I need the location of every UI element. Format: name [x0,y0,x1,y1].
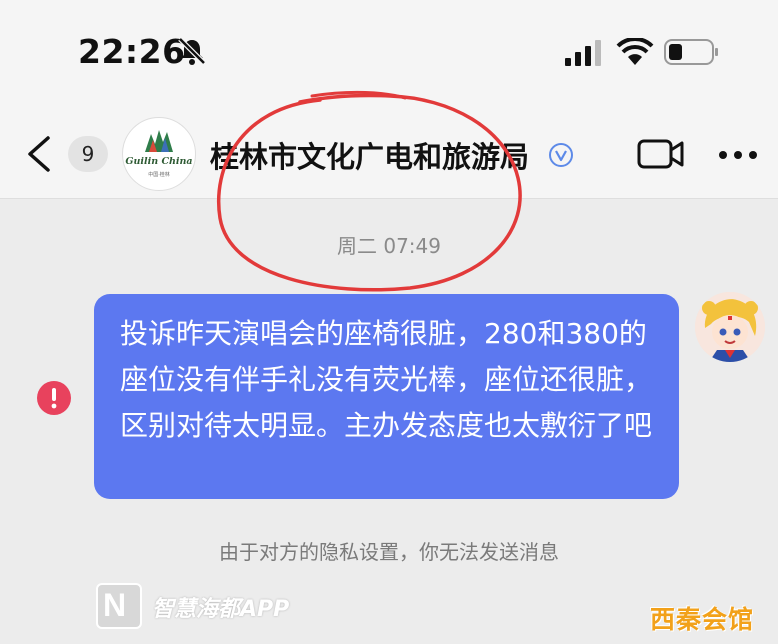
signal-icon [565,40,601,66]
bell-muted-icon [178,37,206,65]
chat-header: 9 Guilin China 中国·桂林 桂林市文化广电和旅游局 [0,100,778,199]
site-watermark: 西秦会馆 [650,605,755,634]
app-watermark-logo-icon: N [96,583,142,629]
self-avatar[interactable] [695,292,765,362]
app-watermark-text: 智慧海都APP [152,597,290,622]
send-failed-icon[interactable] [36,380,72,416]
chat-title[interactable]: 桂林市文化广电和旅游局 [210,134,529,176]
message-text: 投诉昨天演唱会的座椅很脏，280和380的座位没有伴手礼没有荧光棒，座位还很脏，… [120,317,653,442]
battery-icon [664,39,718,65]
verified-badge-icon [549,143,573,167]
more-dots-icon[interactable] [718,150,758,160]
contact-avatar[interactable]: Guilin China 中国·桂林 [122,117,196,191]
status-bar: 22:26 [0,0,778,100]
app-watermark: N 智慧海都APP [96,583,336,629]
status-time: 22:26 [78,32,186,71]
video-camera-icon[interactable] [637,138,685,170]
wifi-icon [616,38,654,65]
app-watermark-logo-letter: N [103,587,127,623]
privacy-notice: 由于对方的隐私设置，你无法发送消息 [219,540,559,564]
avatar-logo-text: Guilin China [125,156,193,167]
avatar-logo-subtext: 中国·桂林 [148,172,170,178]
guilin-logo-icon [145,130,173,152]
anime-avatar-icon [695,292,765,362]
unread-count-badge[interactable]: 9 [68,136,108,172]
chevron-left-icon[interactable] [24,134,54,174]
message-bubble[interactable]: 投诉昨天演唱会的座椅很脏，280和380的座位没有伴手礼没有荧光棒，座位还很脏，… [94,294,679,499]
message-timestamp: 周二 07:49 [337,234,441,258]
